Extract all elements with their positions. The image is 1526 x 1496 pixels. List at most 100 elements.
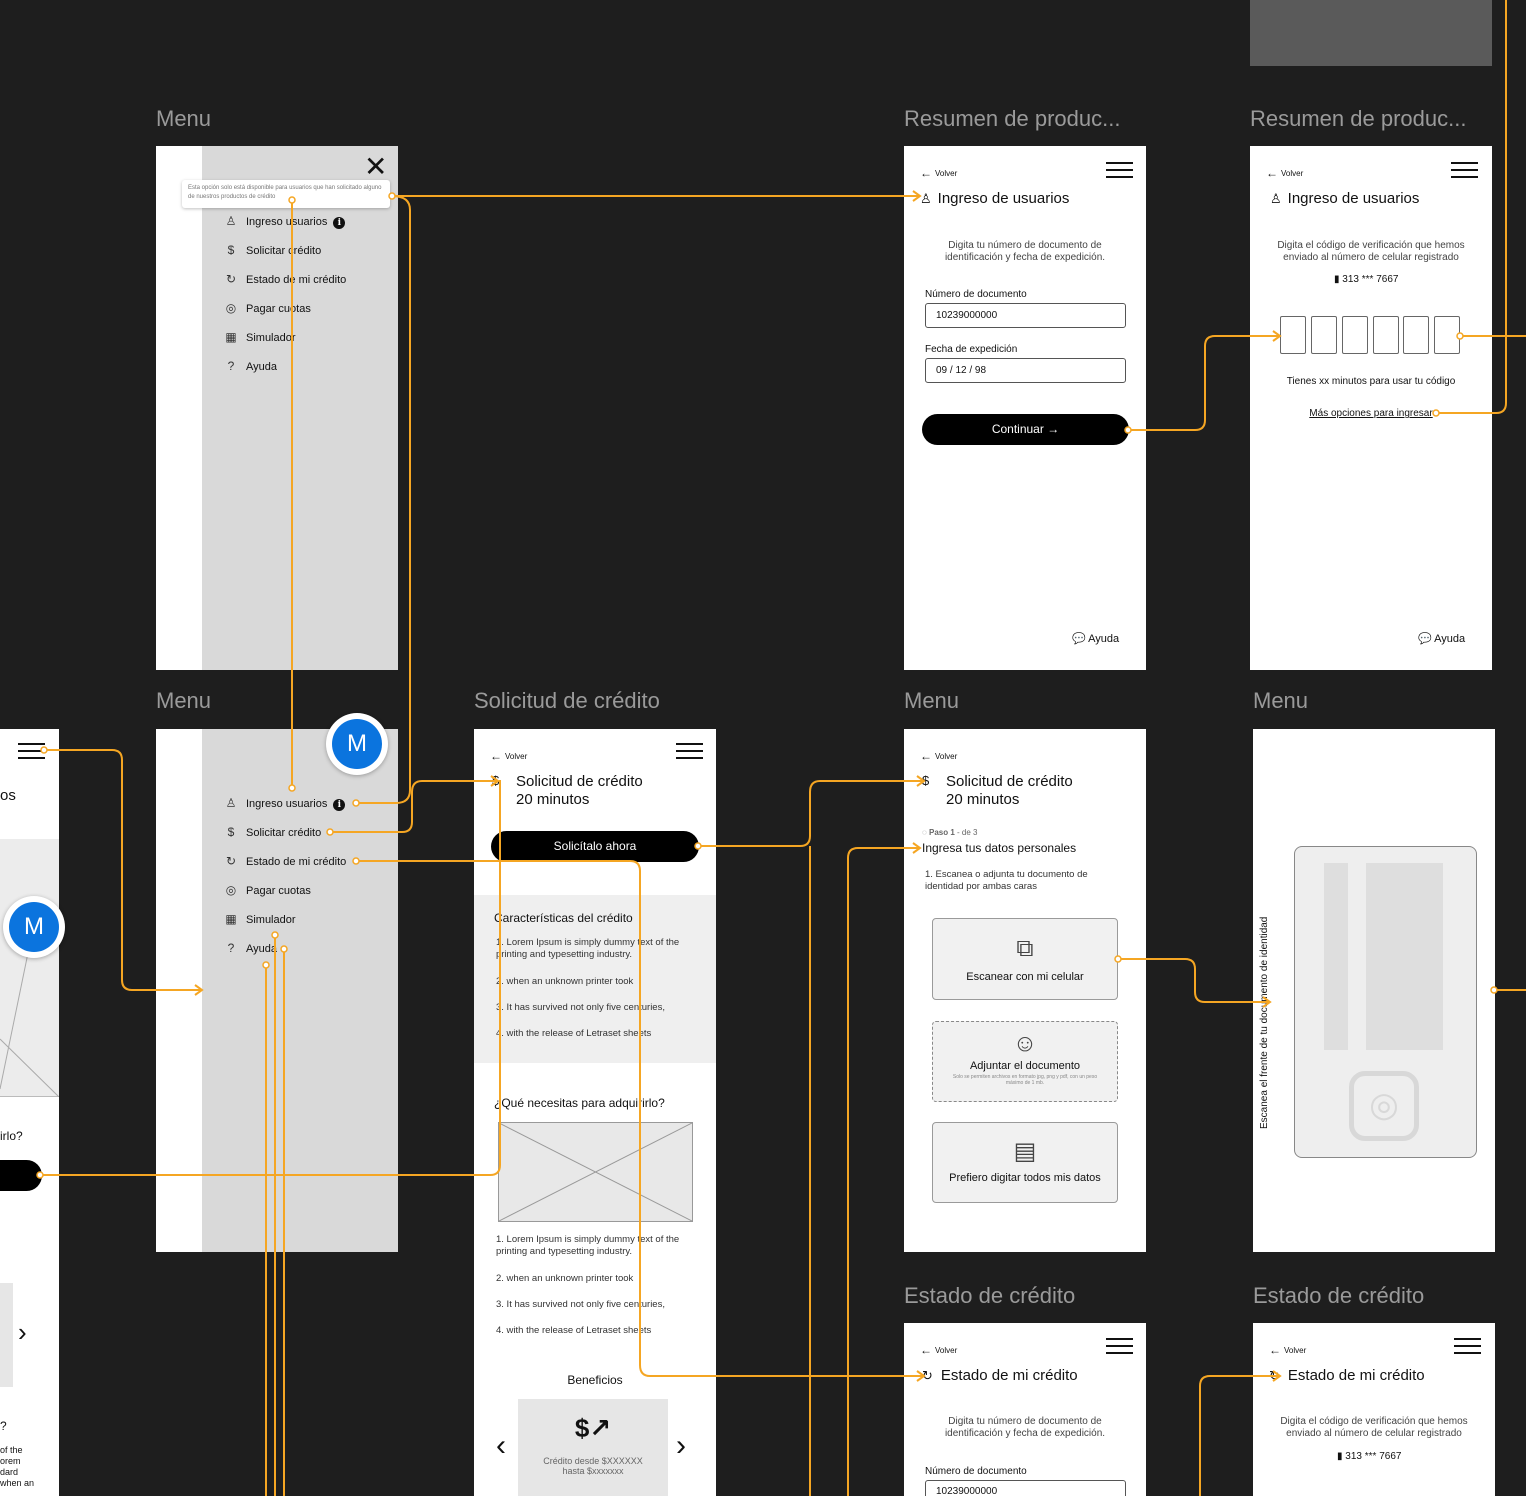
menu-item-pagar[interactable]: ◎ Pagar cuotas [224,301,311,315]
need-item: 2. when an unknown printer took [496,1273,634,1284]
phone-icon: ▮ [1337,1451,1343,1462]
chevron-right-icon[interactable]: › [18,1317,27,1348]
wire [698,780,924,847]
scan-icon: ⧉ [1016,935,1034,962]
page-subtitle: 20 minutos [516,791,590,808]
frame-label-estado-a[interactable]: Estado de crédito [904,1283,1075,1309]
back-label: Volver [935,1346,958,1355]
benefit-text-1: Crédito desde $XXXXXX [543,1456,643,1466]
menu-item-solicitar[interactable]: $ Solicitar crédito [224,243,322,257]
otp-digit-3[interactable] [1342,316,1368,354]
help-label: Ayuda [1088,633,1120,645]
back-link[interactable]: ← Volver [920,1343,957,1357]
info-icon[interactable]: i [333,799,346,811]
menu-item-label: Estado de mi crédito [246,856,347,868]
otp-digit-2[interactable] [1311,316,1337,354]
frame-steps: ← Volver $ Solicitud de crédito 20 minuto… [904,729,1146,1252]
otp-digit-1[interactable] [1280,316,1306,354]
expedition-date-input[interactable]: 09 / 12 / 98 [925,358,1126,383]
back-link[interactable]: ← Volver [1266,166,1303,180]
partial-question: irlo? [0,1129,23,1143]
menu-item-ayuda[interactable]: ? Ayuda [224,359,277,373]
collaborator-avatar[interactable]: M [3,896,65,958]
menu-item-simulador[interactable]: ▦ Simulador [224,330,295,344]
document-icon: ▤ [1013,1138,1037,1165]
cta-label: Solicítalo ahora [553,839,637,853]
menu-item-ingreso[interactable]: ♙ Ingreso usuarios i [224,796,346,811]
hamburger-icon[interactable] [1106,1338,1133,1354]
hamburger-icon[interactable] [1106,162,1133,178]
menu-item-simulador[interactable]: ▦ Simulador [224,912,295,926]
page-subtitle: 20 minutos [946,791,1020,808]
menu-item-label: Ayuda [246,361,277,373]
benefits-title: Beneficios [567,1373,623,1387]
user-icon: ♙ [920,191,932,206]
date-label: Fecha de expedición [925,344,1018,355]
frame-label-resumen-a[interactable]: Resumen de produc... [904,106,1120,132]
hamburger-icon[interactable] [1454,1338,1481,1354]
menu-item-label: Pagar cuotas [246,303,311,315]
frame-label-solicitud[interactable]: Solicitud de crédito [474,688,660,714]
estado-description: Digita tu número de documento de identif… [944,1416,1106,1439]
info-icon[interactable]: i [333,217,346,229]
close-icon[interactable]: ✕ [364,152,387,182]
step-indicator: ◌ Paso 1 - de 3 [922,828,978,837]
menu-item-solicitar[interactable]: $ Solicitar crédito [224,825,322,839]
money-growth-icon: $↗ [574,1413,612,1443]
otp-digit-6[interactable] [1434,316,1460,354]
back-link[interactable]: ← Volver [490,749,527,763]
continue-button[interactable]: Continuar → [922,414,1129,445]
menu-item-estado[interactable]: ↻ Estado de mi crédito [224,854,346,868]
collaborator-avatar[interactable]: M [326,713,388,775]
help-bubble-icon: 💬 [1072,633,1086,645]
manual-entry-button[interactable]: ▤ Prefiero digitar todos mis datos [932,1122,1118,1203]
attach-note: Solo se permiten archivos en formato jpg… [952,1074,1098,1086]
user-add-icon: ☺ [1012,1030,1038,1057]
menu-item-pagar[interactable]: ◎ Pagar cuotas [224,883,311,897]
menu-item-ingreso[interactable]: ♙ Ingreso usuarios i [224,214,346,229]
back-link[interactable]: ← Volver [920,749,957,763]
partial-cta-button[interactable] [0,1160,42,1191]
arrow-right-icon: → [1047,422,1060,436]
chevron-right-icon[interactable]: › [676,1429,686,1463]
frame-label-menu-c[interactable]: Menu [904,688,959,714]
back-link[interactable]: ← Volver [920,166,957,180]
request-now-button[interactable]: Solicítalo ahora [491,831,699,862]
more-options-link[interactable]: Más opciones para ingresar [1250,408,1492,419]
avatar-letter: M [332,719,382,769]
attach-option-button[interactable]: ☺ Adjuntar el documento Solo se permiten… [932,1021,1118,1102]
hamburger-icon[interactable] [676,743,703,759]
otp-digit-4[interactable] [1373,316,1399,354]
doc-number-input[interactable]: 10239000000 [925,303,1126,328]
back-link[interactable]: ← Volver [1269,1343,1306,1357]
frame-label-menu-a[interactable]: Menu [156,106,211,132]
frame-label-estado-b[interactable]: Estado de crédito [1253,1283,1424,1309]
help-bubble-icon: 💬 [1418,633,1432,645]
page-title: ↻ Estado de mi crédito [922,1367,1078,1384]
hamburger-icon[interactable] [1451,162,1478,178]
menu-item-estado[interactable]: ↻ Estado de mi crédito [224,272,346,286]
scan-option-button[interactable]: ⧉ Escanear con mi celular [932,918,1118,1000]
frame-scan: Escanea el frente de tu documento de ide… [1253,729,1495,1252]
otp-digit-5[interactable] [1403,316,1429,354]
back-label: Volver [935,752,958,761]
chevron-left-icon[interactable]: ‹ [496,1429,506,1463]
refresh-icon: ↻ [225,272,237,286]
help-link[interactable]: 💬 Ayuda [1418,632,1465,645]
frame-label-menu-b[interactable]: Menu [156,688,211,714]
frame-label-resumen-b[interactable]: Resumen de produc... [1250,106,1466,132]
page-title: ♙ Ingreso de usuarios [920,190,1070,207]
menu-item-ayuda[interactable]: ? Ayuda [224,941,277,955]
frame-label-menu-d[interactable]: Menu [1253,688,1308,714]
help-link[interactable]: 💬 Ayuda [1072,632,1119,645]
back-label: Volver [935,169,958,178]
doc-number-input[interactable]: 10239000000 [925,1480,1126,1496]
avatar-letter: M [9,902,59,952]
hamburger-icon[interactable] [18,743,45,759]
partial-line-2: orem [0,1456,21,1466]
page-title: Solicitud de crédito [516,773,643,790]
id-card-stripe [1324,863,1348,1050]
camera-icon[interactable]: ◎ [1349,1071,1419,1141]
feature-item: 1. Lorem Ipsum is simply dummy text of t… [496,937,680,960]
frame-menu-b: ♙ Ingreso usuarios i $ Solicitar crédito ↻ E… [156,729,398,1252]
